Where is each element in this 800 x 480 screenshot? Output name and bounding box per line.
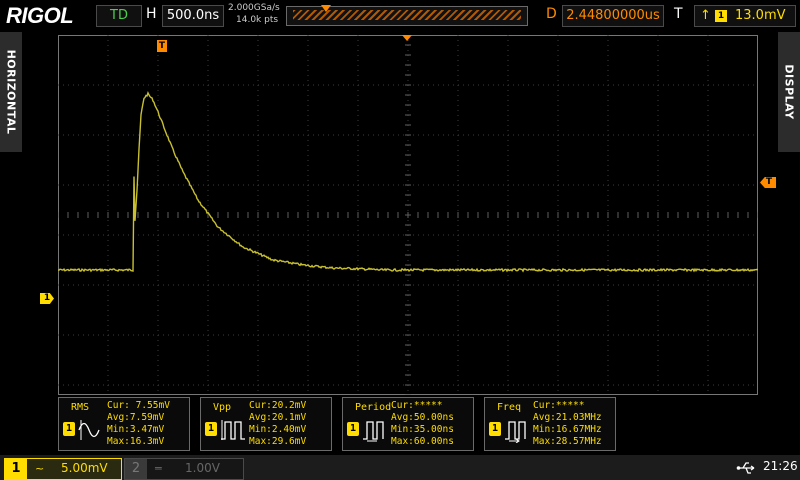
freq-pulse-icon (505, 421, 526, 443)
ch2-vertical-settings[interactable]: 2 ═ 1.00V (124, 458, 244, 480)
trigger-level-value: 13.0mV (735, 8, 786, 23)
ch1-waveform-trace (58, 91, 758, 273)
ch1-scale: 5.00mV (61, 461, 108, 475)
measurement-name: Freq (497, 402, 522, 413)
trigger-source-badge: 1 (715, 10, 727, 22)
usb-icon (736, 462, 755, 474)
system-clock: 21:26 (763, 459, 798, 473)
measurement-min: Min:35.00ns (391, 424, 454, 435)
measurement-cur: Cur: 7.55mV (107, 400, 170, 411)
measurement-cur: Cur:20.2mV (249, 400, 307, 411)
trigger-label: T (674, 6, 683, 22)
measurement-rms-panel[interactable]: RMS 1 Cur: 7.55mV Avg:7.59mV Min:3.47mV … (58, 397, 190, 451)
measurement-avg: Avg:50.00ns (391, 412, 454, 423)
trigger-level-marker[interactable]: T (760, 177, 776, 188)
measurement-freq-panel[interactable]: Freq 1 Cur:***** Avg:21.03MHz Min:16.67M… (484, 397, 616, 451)
measurement-cur: Cur:***** (533, 400, 585, 411)
measurement-min: Min:16.67MHz (533, 424, 602, 435)
ch2-number: 2 (125, 459, 147, 479)
measurement-cur: Cur:***** (391, 400, 443, 411)
measurement-max: Max:28.57MHz (533, 436, 602, 447)
horizontal-label: H (146, 6, 157, 22)
sample-rate-readout: 2.000GSa/s (228, 3, 280, 13)
center-time-marker-icon (402, 35, 412, 41)
measurement-avg: Avg:20.1mV (249, 412, 307, 423)
ch1-ground-marker[interactable]: 1 (40, 293, 54, 304)
dc-coupling-icon: ═ (155, 462, 162, 475)
measurement-max: Max:29.6mV (249, 436, 307, 447)
display-tab-label: DISPLAY (782, 64, 796, 120)
vpp-pulse-icon (221, 420, 245, 440)
horizontal-tab-label: HORIZONTAL (4, 49, 18, 135)
measurement-avg: Avg:21.03MHz (533, 412, 602, 423)
measurement-name: RMS (71, 402, 90, 413)
ch1-number: 1 (5, 459, 27, 479)
ch1-vertical-settings[interactable]: 1 ~ 5.00mV (4, 458, 122, 480)
measurement-min: Min:3.47mV (107, 424, 165, 435)
measurement-max: Max:60.00ns (391, 436, 454, 447)
measurement-name: Vpp (213, 402, 232, 413)
timebase-readout[interactable]: 500.0ns (162, 5, 224, 27)
ac-coupling-icon: ~ (35, 462, 45, 475)
display-menu-tab[interactable]: DISPLAY (778, 32, 800, 152)
rms-wave-icon (78, 420, 100, 440)
measurement-avg: Avg:7.59mV (107, 412, 165, 423)
trigger-settings-readout[interactable]: ↑ 1 13.0mV (694, 5, 796, 27)
measurement-channel-badge: 1 (205, 422, 217, 436)
memory-depth-readout: 14.0k pts (236, 15, 279, 25)
rigol-logo: RIGOL (6, 3, 74, 28)
trigger-position-marker[interactable]: T (157, 40, 167, 52)
horizontal-menu-tab[interactable]: HORIZONTAL (0, 32, 22, 152)
delay-label: D (546, 6, 557, 22)
period-pulse-icon (363, 421, 384, 442)
measurement-channel-badge: 1 (489, 422, 501, 436)
grid-lines (58, 35, 758, 395)
rising-edge-icon: ↑ (700, 8, 711, 23)
measurement-channel-badge: 1 (63, 422, 75, 436)
measurement-channel-badge: 1 (347, 422, 359, 436)
waveform-graticule[interactable] (58, 35, 758, 395)
trigger-position-arrow-icon (321, 5, 331, 12)
measurement-name: Period (355, 402, 392, 413)
measurement-period-panel[interactable]: Period 1 Cur:***** Avg:50.00ns Min:35.00… (342, 397, 474, 451)
horizontal-delay-readout[interactable]: 2.44800000us (562, 5, 664, 27)
measurement-min: Min:2.40mV (249, 424, 307, 435)
ch2-scale: 1.00V (185, 461, 220, 475)
memory-position-bar[interactable] (286, 5, 528, 26)
run-state-indicator[interactable]: TD (96, 5, 142, 27)
measurement-vpp-panel[interactable]: Vpp 1 Cur:20.2mV Avg:20.1mV Min:2.40mV M… (200, 397, 332, 451)
measurement-max: Max:16.3mV (107, 436, 165, 447)
